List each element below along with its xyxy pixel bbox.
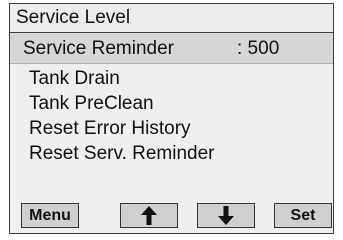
menu-item-service-reminder[interactable]: Service Reminder : 500: [10, 33, 333, 64]
service-reminder-value: : 500: [237, 38, 280, 59]
set-button[interactable]: Set: [274, 203, 332, 228]
service-reminder-label: Service Reminder: [23, 38, 174, 59]
menu-item-reset-error-history[interactable]: Reset Error History: [29, 116, 215, 141]
down-button[interactable]: [197, 203, 255, 228]
title-bar: Service Level: [10, 4, 333, 33]
service-level-screen: Service Level Service Reminder : 500 Tan…: [9, 3, 334, 234]
menu-button[interactable]: Menu: [21, 203, 79, 228]
menu-item-tank-drain[interactable]: Tank Drain: [29, 66, 215, 91]
up-button[interactable]: [120, 203, 178, 228]
menu-list: Tank Drain Tank PreClean Reset Error His…: [29, 66, 215, 166]
menu-item-tank-preclean[interactable]: Tank PreClean: [29, 91, 215, 116]
page-title: Service Level: [16, 7, 131, 28]
arrow-down-icon: [218, 206, 234, 225]
arrow-up-icon: [141, 206, 157, 225]
menu-item-reset-service-reminder[interactable]: Reset Serv. Reminder: [29, 141, 215, 166]
